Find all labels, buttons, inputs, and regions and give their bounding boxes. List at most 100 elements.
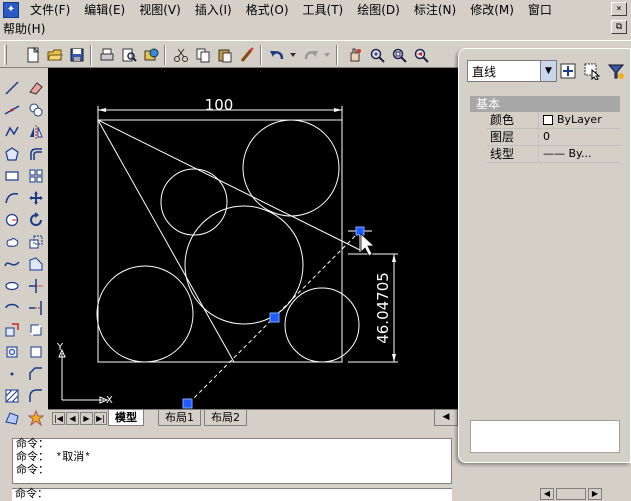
tab-first-icon[interactable]: |◀ [52,412,65,425]
match-properties-icon[interactable] [236,45,258,65]
polyline-icon[interactable] [2,122,22,142]
quick-select-icon[interactable] [605,60,627,82]
tab-layout2[interactable]: 布局2 [204,410,247,426]
scale-icon[interactable] [26,232,46,252]
scroll-left-icon[interactable]: ◀ [540,488,554,500]
revision-cloud-icon[interactable] [2,232,22,252]
save-icon[interactable] [66,45,88,65]
rectangle-icon[interactable] [2,166,22,186]
property-value[interactable]: 0 [539,129,620,145]
category-basic[interactable]: 基本 [470,96,620,112]
fillet-icon[interactable] [26,386,46,406]
chamfer-icon[interactable] [26,364,46,384]
copy-object-icon[interactable] [26,100,46,120]
cut-icon[interactable] [170,45,192,65]
command-input[interactable]: 命令： [12,488,452,501]
property-value[interactable]: ByLayer [539,112,620,128]
paste-icon[interactable] [214,45,236,65]
menu-file[interactable]: 文件(F) [23,1,77,18]
publish-icon[interactable] [140,45,162,65]
property-row-color[interactable]: 颜色 ByLayer [487,112,620,129]
ellipse-icon[interactable] [2,276,22,296]
tab-last-icon[interactable]: ▶| [94,412,107,425]
tab-prev-icon[interactable]: ◀ [66,412,79,425]
join-icon[interactable] [26,342,46,362]
dim-text-horizontal[interactable]: 100 [205,96,234,114]
pan-realtime-icon[interactable] [344,45,366,65]
grip-midpoint[interactable] [269,312,280,323]
dim-text-vertical[interactable]: 46.04705 [374,272,392,344]
print-preview-icon[interactable] [118,45,140,65]
explode-icon[interactable] [26,408,46,428]
tab-layout1[interactable]: 布局1 [158,410,201,426]
trim-icon[interactable] [26,276,46,296]
open-file-icon[interactable] [44,45,66,65]
insert-block-icon[interactable] [2,320,22,340]
line-icon[interactable] [2,78,22,98]
select-objects-icon[interactable] [581,60,603,82]
toolbar-grip[interactable] [4,45,7,65]
property-row-layer[interactable]: 图层 0 [487,129,620,146]
horizontal-scroll-left-icon[interactable]: ◀ [434,409,458,426]
menu-window[interactable]: 窗口 [521,1,559,18]
drawing-canvas[interactable]: 100 46.04705 Y X [48,68,458,409]
circle-bottom-right[interactable] [284,287,360,363]
stretch-icon[interactable] [26,254,46,274]
new-file-icon[interactable] [22,45,44,65]
redo-dropdown-icon[interactable] [322,45,332,65]
zoom-window-icon[interactable] [388,45,410,65]
point-icon[interactable] [2,364,22,384]
menu-modify[interactable]: 修改(M) [463,1,521,18]
construction-line-icon[interactable] [2,100,22,120]
mirror-icon[interactable] [26,122,46,142]
move-icon[interactable] [26,188,46,208]
zoom-realtime-icon[interactable] [366,45,388,65]
polygon-icon[interactable] [2,144,22,164]
menu-dimension[interactable]: 标注(N) [407,1,463,18]
menu-edit[interactable]: 编辑(E) [77,1,132,18]
menu-help[interactable]: 帮助(H) [0,20,52,37]
undo-icon[interactable] [266,45,288,65]
scroll-thumb[interactable] [556,488,586,500]
menu-tools[interactable]: 工具(T) [296,1,351,18]
close-button[interactable]: × [611,2,627,16]
hatch-icon[interactable] [2,386,22,406]
erase-icon[interactable] [26,78,46,98]
circle-icon[interactable] [2,210,22,230]
undo-dropdown-icon[interactable] [288,45,298,65]
tab-next-icon[interactable]: ▶ [80,412,93,425]
grip-endpoint[interactable] [355,226,365,236]
rotate-icon[interactable] [26,210,46,230]
circle-bottom-left[interactable] [96,265,194,363]
property-row-linetype[interactable]: 线型 —— By... [487,146,620,163]
offset-icon[interactable] [26,144,46,164]
tangent-line[interactable] [97,119,361,251]
zoom-previous-icon[interactable] [410,45,432,65]
break-icon[interactable] [26,320,46,340]
app-icon[interactable]: ✦ [3,1,19,18]
scroll-right-icon[interactable]: ▶ [588,488,602,500]
ellipse-arc-icon[interactable] [2,298,22,318]
arc-icon[interactable] [2,188,22,208]
menu-view[interactable]: 视图(V) [132,1,188,18]
menu-insert[interactable]: 插入(I) [188,1,239,18]
region-icon[interactable] [2,408,22,428]
command-history[interactable]: 命令： 命令： *取消* 命令： [12,438,452,484]
circle-top-right[interactable] [242,119,340,217]
toggle-pickadd-icon[interactable] [557,60,579,82]
make-block-icon[interactable] [2,342,22,362]
circle-top-left[interactable] [160,168,228,236]
property-value[interactable]: —— By... [539,146,620,162]
spline-icon[interactable] [2,254,22,274]
tab-model[interactable]: 模型 [108,410,144,426]
grip-startpoint[interactable] [182,398,193,409]
menu-draw[interactable]: 绘图(D) [350,1,407,18]
square-outline[interactable] [97,119,343,363]
restore-button[interactable]: ⧉ [611,20,627,34]
object-type-select[interactable]: 直线 ▼ [467,60,557,82]
print-icon[interactable] [96,45,118,65]
redo-icon[interactable] [300,45,322,65]
extend-icon[interactable] [26,298,46,318]
copy-icon[interactable] [192,45,214,65]
array-icon[interactable] [26,166,46,186]
